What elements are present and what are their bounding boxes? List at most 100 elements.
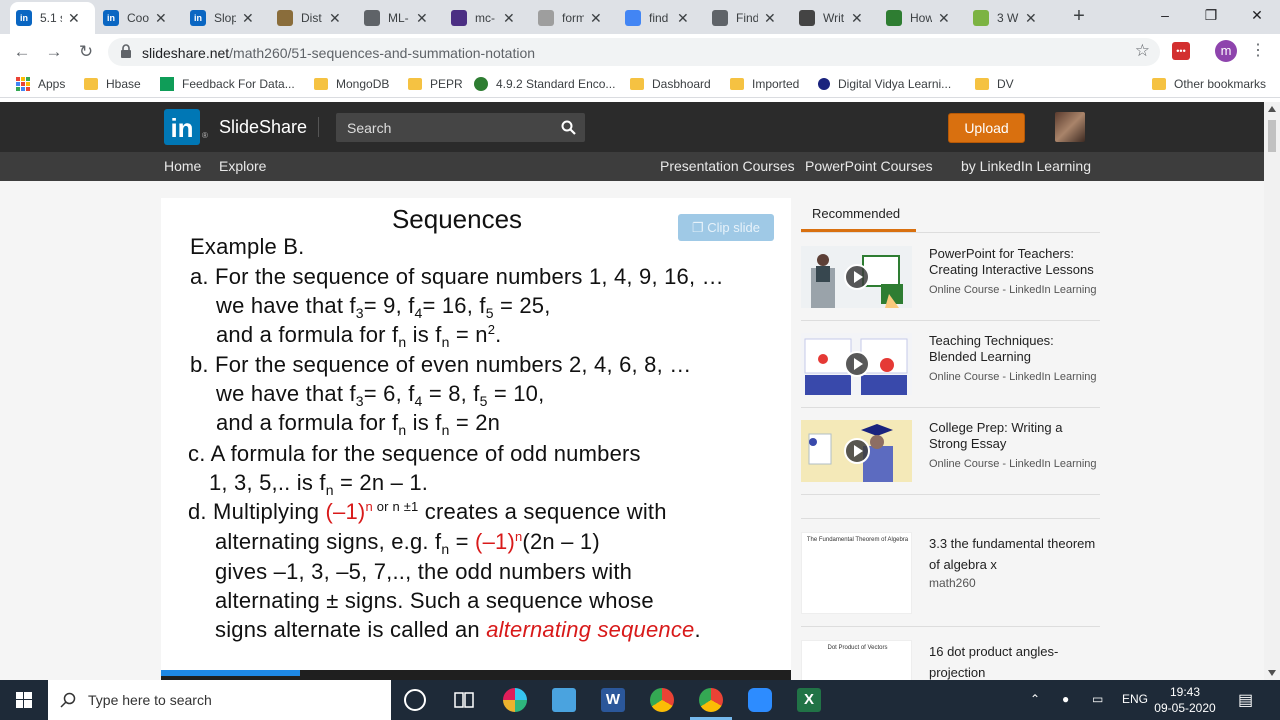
close-tab-icon[interactable]: ✕ xyxy=(1025,10,1037,27)
menu-kebab-icon[interactable]: ⋮ xyxy=(1250,40,1266,60)
course-thumbnail[interactable] xyxy=(801,246,912,308)
nav-powerpoint-courses[interactable]: PowerPoint Courses xyxy=(805,158,933,174)
recommended-item[interactable]: College Prep: Writing a Strong Essay Onl… xyxy=(801,420,1100,482)
reload-icon[interactable]: ↻ xyxy=(74,40,98,64)
close-tab-icon[interactable]: ✕ xyxy=(764,10,776,27)
back-arrow-icon[interactable]: ← xyxy=(10,40,34,64)
close-tab-icon[interactable]: ✕ xyxy=(416,10,428,27)
close-tab-icon[interactable]: ✕ xyxy=(938,10,950,27)
close-tab-icon[interactable]: ✕ xyxy=(851,10,863,27)
extension-icon[interactable]: ••• xyxy=(1172,42,1190,60)
browser-tab[interactable]: 3 W ✕ xyxy=(967,2,1052,34)
browser-tab[interactable]: Writ ✕ xyxy=(793,2,878,34)
scroll-down-arrow-icon[interactable] xyxy=(1268,670,1276,676)
bookmark-item[interactable]: Digital Vidya Learni... xyxy=(818,75,951,93)
recommended-item[interactable]: The Fundamental Theorem of Algebra 3.3 t… xyxy=(801,532,1100,614)
close-tab-icon[interactable]: ✕ xyxy=(329,10,341,27)
upload-button[interactable]: Upload xyxy=(948,113,1025,143)
bookmark-item[interactable]: Imported xyxy=(730,75,799,93)
scrollbar-thumb[interactable] xyxy=(1268,120,1276,152)
play-icon[interactable] xyxy=(844,351,870,377)
close-tab-icon[interactable]: ✕ xyxy=(155,10,167,27)
play-icon[interactable] xyxy=(844,438,870,464)
user-avatar[interactable] xyxy=(1055,112,1085,142)
slideshare-brand[interactable]: SlideShare xyxy=(219,117,307,138)
nav-home[interactable]: Home xyxy=(164,158,201,174)
chrome-icon[interactable] xyxy=(650,688,674,712)
recommended-title[interactable]: Teaching Techniques: Blended Learning xyxy=(929,333,1104,365)
close-tab-icon[interactable]: ✕ xyxy=(677,10,689,27)
notification-icon[interactable]: ▤ xyxy=(1238,690,1253,710)
browser-tab[interactable]: Find ✕ xyxy=(706,2,791,34)
close-tab-icon[interactable]: ✕ xyxy=(242,10,254,27)
start-button[interactable] xyxy=(0,680,48,720)
browser-tab[interactable]: find ✕ xyxy=(619,2,704,34)
browser-tab[interactable]: in Coo ✕ xyxy=(97,2,182,34)
forward-arrow-icon[interactable]: → xyxy=(42,40,66,64)
recommended-item[interactable]: Teaching Techniques: Blended Learning On… xyxy=(801,333,1100,395)
close-tab-icon[interactable]: ✕ xyxy=(503,10,515,27)
bookmark-item[interactable]: Feedback For Data... xyxy=(160,75,295,93)
recommended-tab[interactable]: Recommended xyxy=(812,206,900,221)
page-scrollbar[interactable] xyxy=(1264,102,1280,680)
zoom-icon[interactable] xyxy=(748,688,772,712)
nav-presentation-courses[interactable]: Presentation Courses xyxy=(660,158,795,174)
search-icon[interactable] xyxy=(561,120,576,135)
close-window-button[interactable]: ✕ xyxy=(1234,0,1280,30)
word-icon[interactable]: W xyxy=(601,688,625,712)
browser-tab[interactable]: ML- ✕ xyxy=(358,2,443,34)
profile-avatar[interactable]: m xyxy=(1215,40,1237,62)
browser-tab[interactable]: form ✕ xyxy=(532,2,617,34)
recommended-title[interactable]: 16 dot product angles-projection xyxy=(929,641,1100,680)
slide-thumbnail[interactable]: Dot Product of Vectors xyxy=(801,640,912,680)
browser-tab[interactable]: How ✕ xyxy=(880,2,965,34)
bookmark-item[interactable]: Other bookmarks xyxy=(1152,75,1266,93)
bookmark-item[interactable]: Apps xyxy=(16,75,65,93)
slide-thumbnail[interactable]: The Fundamental Theorem of Algebra xyxy=(801,532,912,614)
play-icon[interactable] xyxy=(844,264,870,290)
bookmark-item[interactable]: DV xyxy=(975,75,1014,93)
browser-tab[interactable]: Dist ✕ xyxy=(271,2,356,34)
battery-icon[interactable]: ▭ xyxy=(1092,692,1103,706)
address-bar[interactable]: slideshare.net/math260/51-sequences-and-… xyxy=(108,38,1160,66)
recommended-item[interactable]: PowerPoint for Teachers: Creating Intera… xyxy=(801,246,1100,308)
taskbar-search-box[interactable]: Type here to search xyxy=(48,680,391,720)
clip-slide-button[interactable]: ❐ Clip slide xyxy=(678,214,774,241)
recommended-title[interactable]: PowerPoint for Teachers: Creating Intera… xyxy=(929,246,1104,278)
tray-chevron-icon[interactable]: ⌃ xyxy=(1030,692,1040,706)
new-tab-button[interactable]: + xyxy=(1068,5,1090,27)
close-tab-icon[interactable]: ✕ xyxy=(590,10,602,27)
recommended-title[interactable]: College Prep: Writing a Strong Essay xyxy=(929,420,1104,452)
nav-explore[interactable]: Explore xyxy=(219,158,266,174)
browser-tab[interactable]: in 5.1 s ✕ xyxy=(10,2,95,34)
recommended-title[interactable]: 3.3 the fundamental theorem of algebra x xyxy=(929,533,1104,575)
bookmark-item[interactable]: 4.9.2 Standard Enco... xyxy=(474,75,615,93)
clock[interactable]: 19:43 09-05-2020 xyxy=(1150,684,1220,716)
course-thumbnail[interactable] xyxy=(801,420,912,482)
restore-button[interactable]: ❐ xyxy=(1188,0,1234,30)
browser-tab[interactable]: mc- ✕ xyxy=(445,2,530,34)
search-input[interactable] xyxy=(336,113,556,142)
language-indicator[interactable]: ENG xyxy=(1122,692,1148,706)
bookmark-item[interactable]: PEPR xyxy=(408,75,463,93)
recommended-item[interactable]: Dot Product of Vectors 16 dot product an… xyxy=(801,640,1100,680)
slack-icon[interactable] xyxy=(503,688,527,712)
scroll-up-arrow-icon[interactable] xyxy=(1268,106,1276,112)
microphone-icon[interactable]: ● xyxy=(1062,692,1069,706)
excel-icon[interactable]: X xyxy=(797,688,821,712)
chrome-profile-icon[interactable] xyxy=(699,688,723,712)
bookmark-item[interactable]: Hbase xyxy=(84,75,141,93)
bookmark-item[interactable]: Dasbhoard xyxy=(630,75,711,93)
course-thumbnail[interactable] xyxy=(801,333,912,395)
close-tab-icon[interactable]: ✕ xyxy=(68,10,80,27)
browser-tab[interactable]: in Slop ✕ xyxy=(184,2,269,34)
minimize-button[interactable]: – xyxy=(1142,0,1188,30)
nav-linkedin-learning[interactable]: by LinkedIn Learning xyxy=(961,158,1091,174)
bookmark-star-icon[interactable]: ☆ xyxy=(1135,41,1150,61)
cortana-icon[interactable] xyxy=(404,689,426,711)
slide-viewer[interactable]: Sequences ❐ Clip slide Example B. a. For… xyxy=(161,198,791,670)
bookmark-item[interactable]: MongoDB xyxy=(314,75,389,93)
linkedin-logo-icon[interactable]: in xyxy=(164,109,200,145)
task-view-icon[interactable] xyxy=(452,688,476,712)
files-app-icon[interactable] xyxy=(552,688,576,712)
